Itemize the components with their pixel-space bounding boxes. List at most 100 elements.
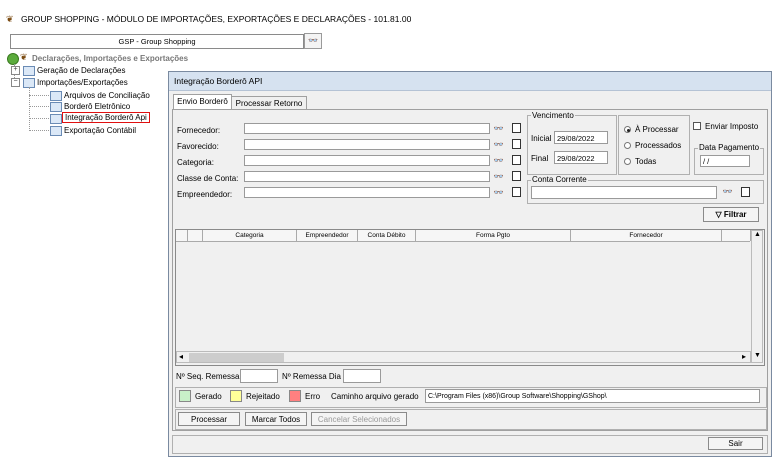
bordero-grid[interactable]: Categoria Empreendedor Conta Débito Form… <box>175 229 765 366</box>
scroll-left-icon[interactable]: ◂ <box>179 352 183 361</box>
gerado-swatch <box>179 390 191 402</box>
app-title: GROUP SHOPPING - MÓDULO DE IMPORTAÇÕES, … <box>21 14 412 24</box>
final-label: Final <box>531 154 549 163</box>
tree-item-integracao-selected[interactable]: Integração Borderô Api <box>62 112 150 123</box>
document-icon <box>50 91 62 101</box>
binoculars-icon[interactable]: 👓 <box>492 187 505 199</box>
scroll-right-icon[interactable]: ▸ <box>742 352 746 361</box>
new-document-icon[interactable] <box>741 187 750 197</box>
tree-item-conciliacao[interactable]: Arquivos de Conciliação <box>64 91 150 100</box>
sair-button[interactable]: Sair <box>708 437 763 450</box>
new-document-icon[interactable] <box>512 155 521 165</box>
enviar-imposto-label[interactable]: Enviar Imposto <box>705 122 758 131</box>
empreendedor-label: Empreendedor: <box>177 190 233 199</box>
filter-icon: ▽ <box>715 210 722 219</box>
binoculars-icon[interactable]: 👓 <box>492 139 505 151</box>
rejeitado-swatch <box>230 390 242 402</box>
erro-label: Erro <box>305 392 321 401</box>
tab-envio-bordero[interactable]: Envio Borderô <box>173 94 232 110</box>
tree-root-label[interactable]: Declarações, Importações e Exportações <box>32 54 188 63</box>
empreendedor-input[interactable] <box>244 187 490 198</box>
binoculars-icon[interactable]: 👓 <box>304 33 322 49</box>
rejeitado-label: Rejeitado <box>246 392 280 401</box>
document-icon <box>50 126 62 136</box>
col-fornecedor[interactable]: Fornecedor <box>571 230 722 241</box>
envio-panel: Fornecedor: 👓 Favorecido: 👓 Categoria: 👓… <box>172 109 768 431</box>
binoculars-icon[interactable]: 👓 <box>492 171 505 183</box>
marcar-todos-button[interactable]: Marcar Todos <box>245 412 307 426</box>
expand-icon[interactable]: + <box>11 66 20 75</box>
remessa-dia-input[interactable] <box>343 369 381 383</box>
remessa-dia-label: Nº Remessa Dia <box>282 372 341 381</box>
filtrar-button[interactable]: ▽ Filtrar <box>703 207 759 222</box>
categoria-label: Categoria: <box>177 158 214 167</box>
col-conta-debito[interactable]: Conta Débito <box>358 230 416 241</box>
inicial-label: Inicial <box>531 134 552 143</box>
tab-processar-retorno[interactable]: Processar Retorno <box>231 96 307 110</box>
app-logo-icon: ❦ <box>6 14 14 24</box>
processar-button[interactable]: Processar <box>178 412 240 426</box>
col-forma-pgto[interactable]: Forma Pgto <box>416 230 571 241</box>
seq-remessa-input[interactable] <box>240 369 278 383</box>
scroll-down-icon[interactable]: ▼ <box>754 352 761 359</box>
cancelar-selecionados-button[interactable]: Cancelar Selecionados <box>311 412 407 426</box>
col-empreendedor[interactable]: Empreendedor <box>297 230 358 241</box>
data-pagamento-input[interactable]: / / <box>700 155 750 167</box>
fornecedor-input[interactable] <box>244 123 490 134</box>
tree-item-bordero[interactable]: Borderô Eletrônico <box>64 102 130 111</box>
fornecedor-label: Fornecedor: <box>177 126 221 135</box>
classe-conta-label: Classe de Conta: <box>177 174 239 183</box>
radio-processados-label[interactable]: Processados <box>635 141 681 150</box>
document-icon <box>50 114 62 124</box>
col-categoria[interactable]: Categoria <box>203 230 297 241</box>
tree-item-exportacao[interactable]: Exportação Contábil <box>64 126 136 135</box>
enviar-imposto-checkbox[interactable] <box>693 122 701 130</box>
data-pagamento-title: Data Pagamento <box>698 143 761 152</box>
window-title-bar: Integração Borderô API <box>169 72 771 91</box>
filtrar-label: Filtrar <box>723 210 747 219</box>
erro-swatch <box>289 390 301 402</box>
caminho-label: Caminho arquivo gerado <box>331 392 419 401</box>
binoculars-icon[interactable]: 👓 <box>721 186 734 198</box>
classe-conta-input[interactable] <box>244 171 490 182</box>
categoria-input[interactable] <box>244 155 490 166</box>
grid-vertical-scrollbar[interactable]: ▲ ▼ <box>751 230 763 363</box>
radio-a-processar-label[interactable]: À Processar <box>635 125 679 134</box>
radio-todas-label[interactable]: Todas <box>635 157 656 166</box>
radio-todas[interactable] <box>624 158 631 165</box>
vencimento-title: Vencimento <box>531 111 575 120</box>
grid-horizontal-scrollbar[interactable]: ◂ ▸ <box>176 351 751 363</box>
new-document-icon[interactable] <box>512 187 521 197</box>
radio-processados[interactable] <box>624 142 631 149</box>
app-title-bar: ❦ GROUP SHOPPING - MÓDULO DE IMPORTAÇÕES… <box>0 0 782 28</box>
tree-item-geracao[interactable]: Geração de Declarações <box>37 66 126 75</box>
company-select[interactable]: GSP - Group Shopping <box>10 34 304 49</box>
new-document-icon[interactable] <box>512 139 521 149</box>
favorecido-input[interactable] <box>244 139 490 150</box>
new-document-icon[interactable] <box>512 171 521 181</box>
document-icon <box>50 102 62 112</box>
conta-corrente-title: Conta Corrente <box>531 175 588 184</box>
new-document-icon[interactable] <box>512 123 521 133</box>
gerado-label: Gerado <box>195 392 222 401</box>
binoculars-icon[interactable]: 👓 <box>492 155 505 167</box>
grid-body <box>176 242 750 350</box>
vencimento-inicial-input[interactable]: 29/08/2022 <box>554 131 608 144</box>
caminho-input[interactable]: C:\Program Files (x86)\Group Software\Sh… <box>425 389 760 403</box>
collapse-icon[interactable]: − <box>11 78 20 87</box>
tree-item-importacoes[interactable]: Importações/Exportações <box>37 78 128 87</box>
integracao-window: Integração Borderô API Envio Borderô Pro… <box>168 71 772 457</box>
conta-corrente-input[interactable] <box>531 186 717 199</box>
seq-remessa-label: Nº Seq. Remessa <box>176 372 240 381</box>
module-logo-icon: ❦ <box>20 52 28 62</box>
footer-row <box>172 435 768 454</box>
scroll-up-icon[interactable]: ▲ <box>754 231 761 238</box>
scroll-thumb[interactable] <box>189 353 284 362</box>
grid-header: Categoria Empreendedor Conta Débito Form… <box>176 230 751 242</box>
radio-a-processar[interactable] <box>624 126 631 133</box>
window-title: Integração Borderô API <box>174 76 263 86</box>
refresh-icon[interactable] <box>7 53 19 65</box>
vencimento-final-input[interactable]: 29/08/2022 <box>554 151 608 164</box>
vencimento-group <box>527 115 617 175</box>
binoculars-icon[interactable]: 👓 <box>492 123 505 135</box>
